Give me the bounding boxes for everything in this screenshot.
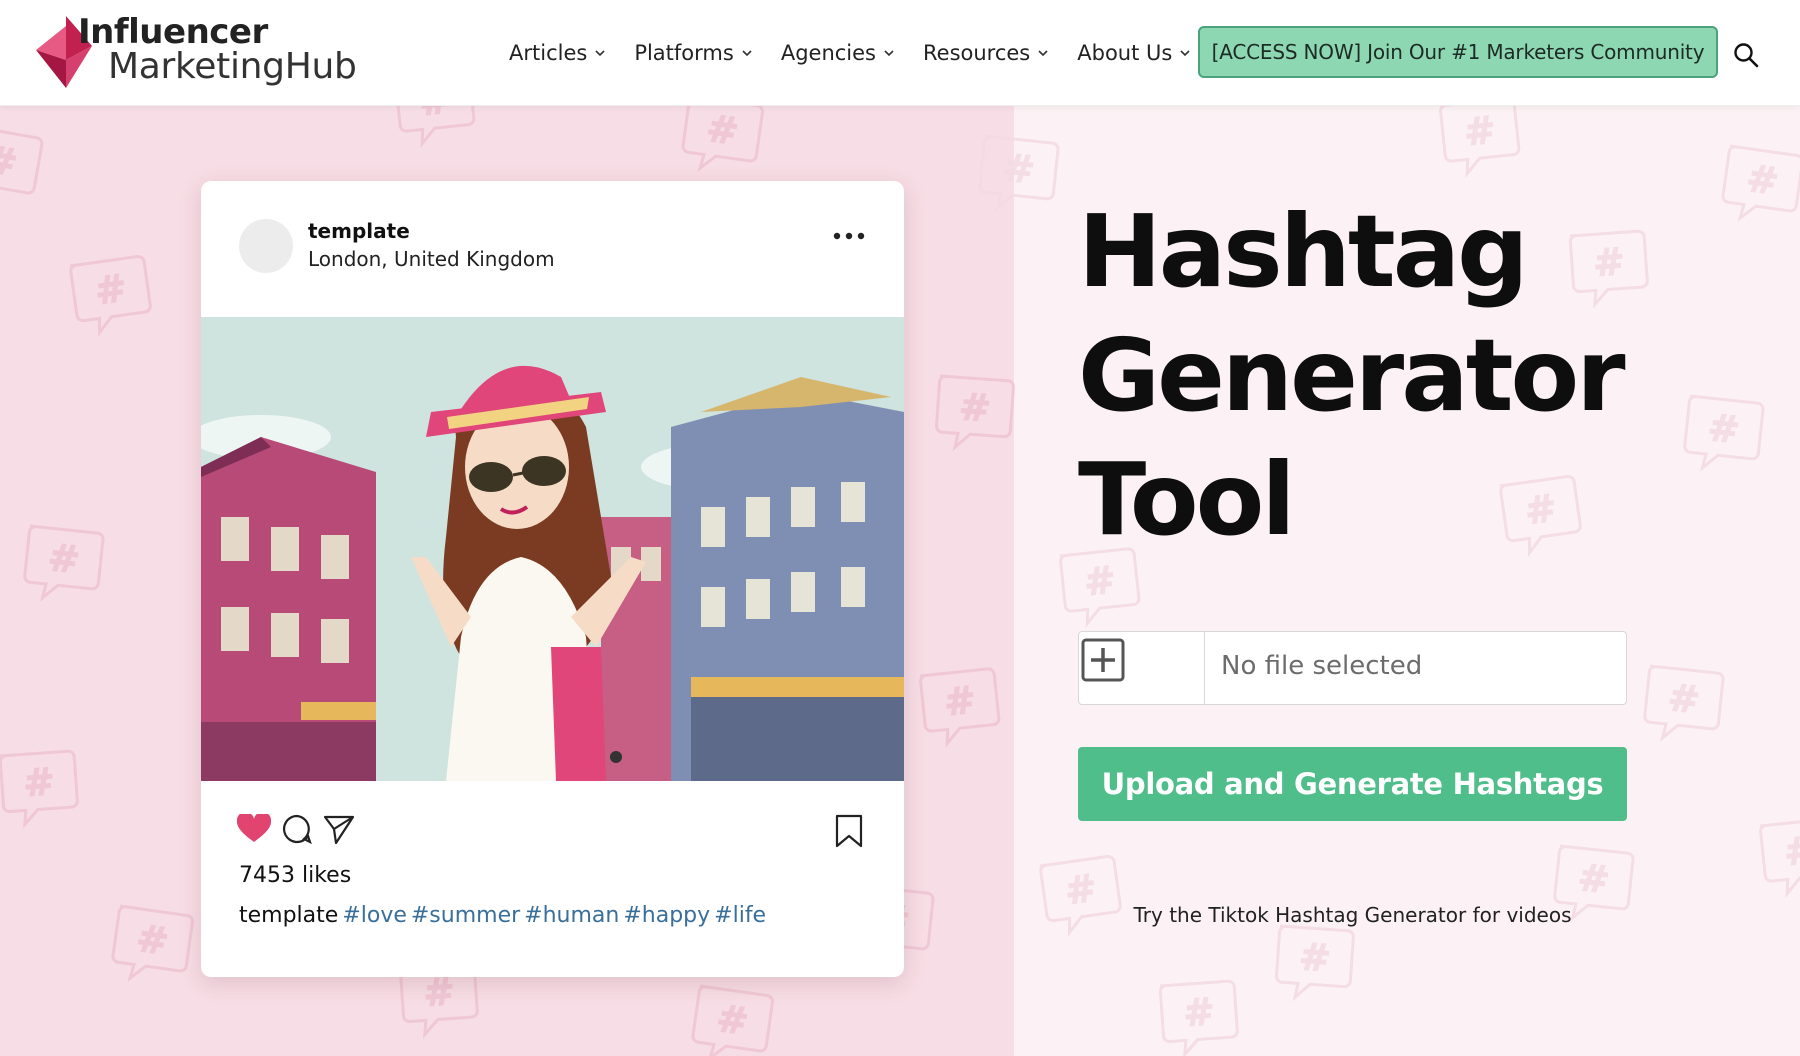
like-count: 7453 likes (239, 863, 352, 888)
nav-platforms-label: Platforms (634, 41, 734, 65)
main-nav: Articles Platforms Agencies Resources Ab… (509, 0, 1219, 106)
hashtag-link[interactable]: #happy (623, 903, 710, 928)
nav-platforms[interactable]: Platforms (634, 41, 753, 65)
nav-about-us-label: About Us (1077, 41, 1173, 65)
nav-agencies[interactable]: Agencies (781, 41, 895, 65)
chevron-down-icon (594, 47, 606, 59)
file-upload-field[interactable]: No file selected (1078, 631, 1627, 705)
nav-resources-label: Resources (923, 41, 1031, 65)
chevron-down-icon (741, 47, 753, 59)
hashtag-link[interactable]: #human (524, 903, 619, 928)
chevron-down-icon (1179, 47, 1191, 59)
page-title-line: Tool (1078, 441, 1296, 558)
nav-articles[interactable]: Articles (509, 41, 606, 65)
chevron-down-icon (1037, 47, 1049, 59)
hashtag-link[interactable]: #love (342, 903, 407, 928)
page-title-line: Generator (1078, 317, 1626, 434)
avatar (239, 219, 293, 273)
heart-icon[interactable] (236, 811, 272, 848)
post-image (201, 317, 904, 781)
chevron-down-icon (883, 47, 895, 59)
post-actions (236, 811, 365, 849)
post-username: template (308, 219, 410, 243)
join-community-button[interactable]: [ACCESS NOW] Join Our #1 Marketers Commu… (1198, 26, 1718, 78)
site-logo[interactable]: Influencer MarketingHub (36, 12, 366, 92)
page-title-line: Hashtag (1078, 193, 1529, 310)
nav-about-us[interactable]: About Us (1077, 41, 1191, 65)
instagram-post-mockup: template London, United Kingdom 7453 lik… (201, 181, 904, 977)
plus-square-icon (1081, 638, 1125, 682)
logo-text-line2: MarketingHub (108, 46, 357, 87)
upload-generate-button[interactable]: Upload and Generate Hashtags (1078, 747, 1627, 821)
nav-agencies-label: Agencies (780, 41, 876, 65)
hashtag-link[interactable]: #life (714, 903, 766, 928)
hero-section: # template London, United Kingdom 7453 l… (0, 106, 1800, 1056)
nav-resources[interactable]: Resources (923, 41, 1049, 65)
caption-username: template (239, 903, 339, 928)
search-icon[interactable] (1733, 42, 1759, 68)
post-caption: template #love #summer #human #happy #life (239, 903, 766, 928)
share-icon[interactable] (323, 813, 355, 849)
post-location: London, United Kingdom (308, 247, 555, 271)
more-icon (833, 232, 865, 240)
site-header: Influencer MarketingHub Articles Platfor… (0, 0, 1800, 106)
nav-articles-label: Articles (509, 41, 588, 65)
hashtag-link[interactable]: #summer (411, 903, 520, 928)
page-title: Hashtag Generator Tool (1078, 190, 1718, 562)
choose-file-button[interactable] (1079, 632, 1205, 704)
bookmark-icon[interactable] (834, 814, 864, 848)
tiktok-generator-link[interactable]: Try the Tiktok Hashtag Generator for vid… (1078, 903, 1627, 927)
file-status-text: No file selected (1221, 651, 1423, 681)
comment-icon[interactable] (281, 813, 313, 849)
